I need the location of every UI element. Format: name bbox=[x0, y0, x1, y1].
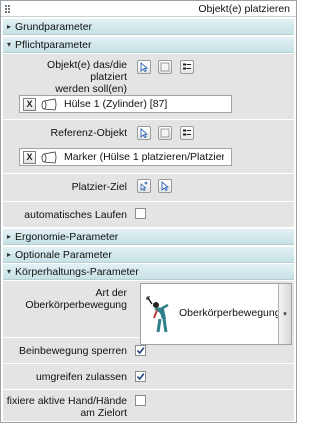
objects-label: Objekt(e) das/die platziert werden soll(… bbox=[31, 59, 127, 95]
umgreifen-label: umgreifen zulassen bbox=[35, 371, 127, 383]
fixiere-label-line1: fixiere aktive Hand/Hände bbox=[6, 395, 127, 407]
fixiere-checkbox[interactable] bbox=[135, 395, 146, 406]
list-icon bbox=[183, 129, 191, 136]
section-grundparameter[interactable]: ▸ Grundparameter bbox=[3, 19, 294, 35]
beinbewegung-checkbox[interactable] bbox=[135, 345, 146, 356]
section-label: Pflichtparameter bbox=[15, 38, 92, 51]
fixiere-label: fixiere aktive Hand/Hände am Zielort bbox=[3, 395, 127, 419]
checkmark-icon bbox=[136, 373, 145, 381]
cylinder-icon bbox=[41, 151, 57, 163]
section-koerperhaltung[interactable]: ▾ Körperhaltungs-Parameter bbox=[3, 264, 294, 280]
target-pick-icon bbox=[140, 181, 148, 191]
section-label: Ergonomie-Parameter bbox=[15, 230, 119, 243]
expand-arrow-icon: ▸ bbox=[6, 22, 11, 31]
remove-referenz-button[interactable]: X bbox=[23, 150, 36, 164]
checkmark-icon bbox=[136, 347, 145, 355]
row-divider bbox=[3, 173, 294, 174]
art-label-line2: Oberkörperbewegung bbox=[25, 299, 127, 311]
dock-gripper-icon[interactable] bbox=[5, 5, 13, 13]
expand-arrow-icon: ▸ bbox=[6, 250, 11, 259]
ziel-label: Platzier-Ziel bbox=[71, 181, 127, 193]
expand-arrow-icon: ▸ bbox=[6, 232, 11, 241]
fixiere-label-line2: am Zielort bbox=[80, 407, 127, 419]
auto-walk-label: automatisches Laufen bbox=[24, 209, 127, 221]
section-pflichtparameter[interactable]: ▾ Pflichtparameter bbox=[3, 37, 294, 53]
oberkoerper-dropdown[interactable]: Oberkörperbewegung ▾ bbox=[140, 283, 292, 345]
dropdown-arrow-icon[interactable]: ▾ bbox=[278, 284, 291, 344]
section-label: Körperhaltungs-Parameter bbox=[15, 265, 139, 278]
pick-referenz-button[interactable] bbox=[137, 126, 151, 140]
row-divider bbox=[3, 363, 294, 364]
pick-objects-button[interactable] bbox=[137, 60, 151, 74]
cursor-arrow-icon bbox=[161, 181, 169, 191]
panel-titlebar: Objekt(e) platzieren bbox=[1, 1, 296, 17]
beinbewegung-label: Beinbewegung sperren bbox=[19, 345, 127, 357]
clear-objects-button[interactable] bbox=[158, 60, 172, 74]
section-label: Grundparameter bbox=[15, 20, 93, 33]
referenz-value: Marker (Hülse 1 platzieren/Platzier-... bbox=[64, 151, 224, 163]
objects-field[interactable]: X Hülse 1 (Zylinder) [87] bbox=[19, 95, 232, 113]
objects-label-line1: Objekt(e) das/die platziert bbox=[47, 59, 127, 83]
clear-referenz-button[interactable] bbox=[158, 126, 172, 140]
section-optionale[interactable]: ▸ Optionale Parameter bbox=[3, 247, 294, 263]
pick-target-alt-button[interactable] bbox=[158, 179, 172, 193]
collapse-arrow-icon: ▾ bbox=[6, 40, 11, 49]
blank-box-icon bbox=[160, 128, 170, 138]
referenz-label: Referenz-Objekt bbox=[50, 127, 127, 139]
remove-object-button[interactable]: X bbox=[23, 97, 36, 111]
row-divider bbox=[3, 201, 294, 202]
panel-title: Objekt(e) platzieren bbox=[198, 3, 290, 15]
referenz-list-button[interactable] bbox=[180, 126, 194, 140]
object-list-button[interactable] bbox=[180, 60, 194, 74]
row-divider bbox=[3, 389, 294, 390]
referenz-field[interactable]: X Marker (Hülse 1 platzieren/Platzier-..… bbox=[19, 148, 232, 166]
row-divider bbox=[3, 119, 294, 120]
objects-label-line2: werden soll(en) bbox=[55, 83, 127, 95]
body-posture-icon bbox=[146, 296, 169, 333]
property-panel: Objekt(e) platzieren ▸ Grundparameter ▾ … bbox=[0, 0, 297, 423]
cursor-arrow-icon bbox=[140, 128, 148, 138]
umgreifen-checkbox[interactable] bbox=[135, 371, 146, 382]
cursor-arrow-icon bbox=[140, 62, 148, 72]
blank-box-icon bbox=[160, 62, 170, 72]
list-icon bbox=[183, 63, 191, 70]
auto-walk-checkbox[interactable] bbox=[135, 208, 146, 219]
objects-value: Hülse 1 (Zylinder) [87] bbox=[64, 98, 168, 110]
cylinder-icon bbox=[41, 98, 57, 110]
art-label-line1: Art der bbox=[95, 287, 127, 299]
oberkoerper-value: Oberkörperbewegung bbox=[179, 307, 279, 319]
art-label: Art der Oberkörperbewegung bbox=[21, 287, 127, 311]
collapse-arrow-icon: ▾ bbox=[6, 267, 11, 276]
section-label: Optionale Parameter bbox=[15, 248, 112, 261]
pick-target-button[interactable] bbox=[137, 179, 151, 193]
section-ergonomie[interactable]: ▸ Ergonomie-Parameter bbox=[3, 229, 294, 245]
